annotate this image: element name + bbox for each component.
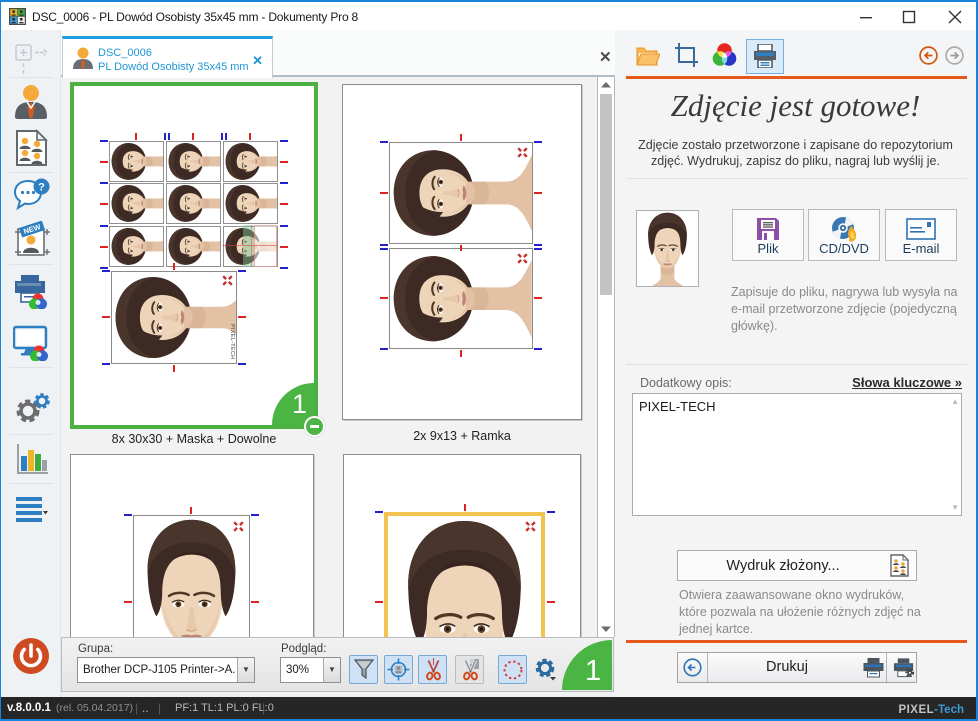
svg-text:?: ? bbox=[38, 182, 45, 194]
